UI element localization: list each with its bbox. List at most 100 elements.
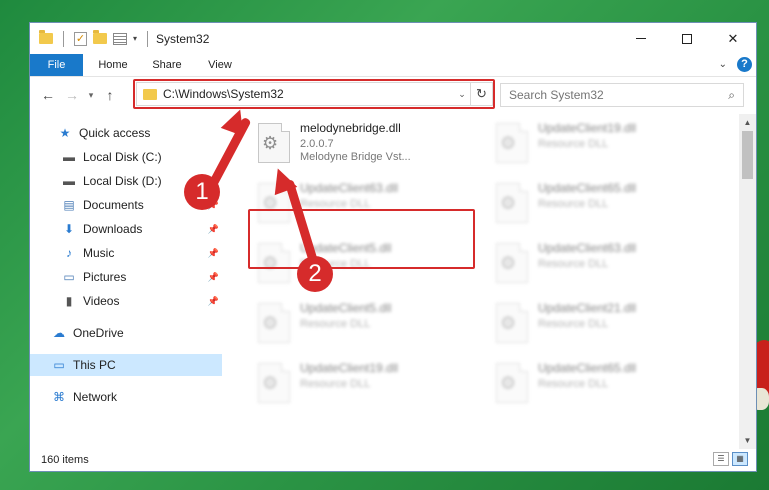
ribbon-right-controls: ⌄ ? <box>719 57 752 72</box>
tab-file[interactable]: File <box>30 54 83 76</box>
new-folder-icon[interactable] <box>93 30 107 44</box>
pin-icon[interactable]: 📌 <box>208 272 219 283</box>
nav-item-videos[interactable]: ▮ Videos 📌 <box>30 290 222 312</box>
gears-icon: ⚙ <box>500 133 517 153</box>
nav-item-label: Music <box>83 246 115 260</box>
nav-item-pictures[interactable]: ▭ Pictures 📌 <box>30 266 222 288</box>
download-icon: ⬇ <box>63 222 75 236</box>
minimize-icon <box>636 38 646 39</box>
scrollbar-thumb[interactable] <box>742 131 753 179</box>
file-name: UpdateClient65.dll <box>538 181 637 195</box>
music-icon: ♪ <box>66 246 72 260</box>
file-item[interactable]: ⚙ UpdateClient21.dll Resource DLL <box>484 299 706 351</box>
file-item[interactable]: ⚙ UpdateClient19.dll Resource DLL <box>246 359 468 411</box>
gears-icon: ⚙ <box>500 373 517 393</box>
file-detail: Resource DLL <box>538 198 609 210</box>
file-item[interactable]: ⚙ UpdateClient5.dll Resource DLL <box>246 299 468 351</box>
dll-file-icon: ⚙ <box>496 243 528 283</box>
document-icon: ▤ <box>63 198 75 212</box>
file-text: UpdateClient65.dll Resource DLL <box>538 359 636 391</box>
back-arrow-icon[interactable]: ← <box>36 87 60 103</box>
tab-view[interactable]: View <box>191 54 249 76</box>
nav-item-this-pc[interactable]: ▭ This PC <box>30 354 222 376</box>
maximize-icon <box>682 33 692 44</box>
quick-access-toolbar: ✓ ▾ <box>30 30 152 47</box>
nav-item-label: This PC <box>73 358 116 372</box>
gears-icon: ⚙ <box>262 313 279 333</box>
nav-item-network[interactable]: ⌘ Network <box>30 386 222 408</box>
toolbar-divider <box>63 30 64 47</box>
navigation-pane: ★ Quick access ▬ Local Disk (C:) ▬ Local Disk… <box>30 114 222 449</box>
up-arrow-icon[interactable]: ↑ <box>98 87 122 103</box>
file-name: UpdateClient19.dll <box>538 121 637 135</box>
nav-item-quick-access[interactable]: ★ Quick access <box>30 122 222 144</box>
window-title: System32 <box>156 31 210 46</box>
file-item[interactable]: ⚙ UpdateClient19.dll Resource DLL <box>484 119 706 171</box>
nav-item-label: Local Disk (C:) <box>83 150 162 164</box>
callout-badge-2: 2 <box>297 256 333 292</box>
window-controls: ✕ <box>618 23 756 54</box>
star-icon: ★ <box>59 126 71 140</box>
explorer-body: ★ Quick access ▬ Local Disk (C:) ▬ Local Disk… <box>30 114 756 449</box>
file-name: UpdateClient65.dll <box>538 361 637 375</box>
recent-locations-icon[interactable]: ▾ <box>84 90 98 101</box>
properties-check-icon[interactable]: ✓ <box>74 31 87 46</box>
search-icon[interactable]: ⌕ <box>728 88 735 103</box>
drive-icon: ▬ <box>63 150 75 164</box>
nav-item-label: Downloads <box>83 222 143 236</box>
view-buttons: ☰ ▦ <box>713 452 748 466</box>
file-item[interactable]: ⚙ UpdateClient65.dll Resource DLL <box>484 179 706 231</box>
scroll-down-icon[interactable]: ▼ <box>739 432 756 449</box>
tab-home[interactable]: Home <box>83 54 143 76</box>
expand-ribbon-icon[interactable]: ⌄ <box>719 59 727 70</box>
pin-icon[interactable]: 📌 <box>208 248 219 259</box>
help-icon[interactable]: ? <box>737 57 752 72</box>
large-icons-view-icon[interactable]: ▦ <box>732 452 748 466</box>
nav-item-music[interactable]: ♪ Music 📌 <box>30 242 222 264</box>
minimize-button[interactable] <box>618 23 664 54</box>
file-text: UpdateClient21.dll Resource DLL <box>538 299 636 331</box>
video-icon: ▮ <box>65 294 73 308</box>
nav-item-label: Quick access <box>79 126 151 140</box>
nav-item-label: Pictures <box>83 270 127 284</box>
file-text: UpdateClient63.dll Resource DLL <box>300 179 398 211</box>
search-input[interactable] <box>509 88 699 102</box>
file-text: melodynebridge.dll 2.0.0.7 Melodyne Bridge… <box>300 119 411 164</box>
file-detail: Resource DLL <box>538 258 609 270</box>
tab-share[interactable]: Share <box>143 54 191 76</box>
close-button[interactable]: ✕ <box>710 23 756 54</box>
file-name: melodynebridge.dll <box>300 121 401 135</box>
nav-item-downloads[interactable]: ⬇ Downloads 📌 <box>30 218 222 240</box>
pin-icon[interactable]: 📌 <box>208 224 219 235</box>
file-detail: Resource DLL <box>538 318 609 330</box>
gears-icon: ⚙ <box>262 373 279 393</box>
nav-item-label: Network <box>73 390 118 404</box>
file-detail: Resource DLL <box>300 318 371 330</box>
file-item[interactable]: ⚙ UpdateClient63.dll Resource DLL <box>484 239 706 291</box>
forward-arrow-icon[interactable]: → <box>60 87 84 103</box>
file-item-melodynebridge[interactable]: ⚙ melodynebridge.dll 2.0.0.7 Melodyne Bridg… <box>246 119 468 171</box>
status-bar: 160 items ☰ ▦ <box>30 449 756 471</box>
file-item[interactable]: ⚙ UpdateClient65.dll Resource DLL <box>484 359 706 411</box>
title-divider <box>147 30 149 47</box>
title-bar: ✓ ▾ System32 ✕ <box>30 23 756 54</box>
computer-icon: ▭ <box>53 358 65 372</box>
customize-dropdown-icon[interactable]: ▾ <box>133 34 137 43</box>
pin-icon[interactable]: 📌 <box>208 296 219 307</box>
nav-item-onedrive[interactable]: ☁ OneDrive <box>30 322 222 344</box>
details-view-icon[interactable]: ☰ <box>713 452 729 466</box>
dll-file-icon: ⚙ <box>258 123 290 163</box>
vertical-scrollbar[interactable]: ▲ ▼ <box>739 114 756 449</box>
file-text: UpdateClient19.dll Resource DLL <box>538 119 636 151</box>
file-explorer-window: ✓ ▾ System32 ✕ File Home Share View ⌄ ? … <box>29 22 757 472</box>
properties-icon[interactable] <box>113 32 127 45</box>
scroll-up-icon[interactable]: ▲ <box>739 114 756 131</box>
cloud-icon: ☁ <box>53 326 65 340</box>
file-name: UpdateClient19.dll <box>300 361 399 375</box>
search-box[interactable]: ⌕ <box>500 83 744 107</box>
file-detail: Resource DLL <box>538 378 609 390</box>
nav-item-local-disk-c[interactable]: ▬ Local Disk (C:) <box>30 146 222 168</box>
maximize-button[interactable] <box>664 23 710 54</box>
dll-file-icon: ⚙ <box>258 303 290 343</box>
nav-item-label: Documents <box>83 198 144 212</box>
